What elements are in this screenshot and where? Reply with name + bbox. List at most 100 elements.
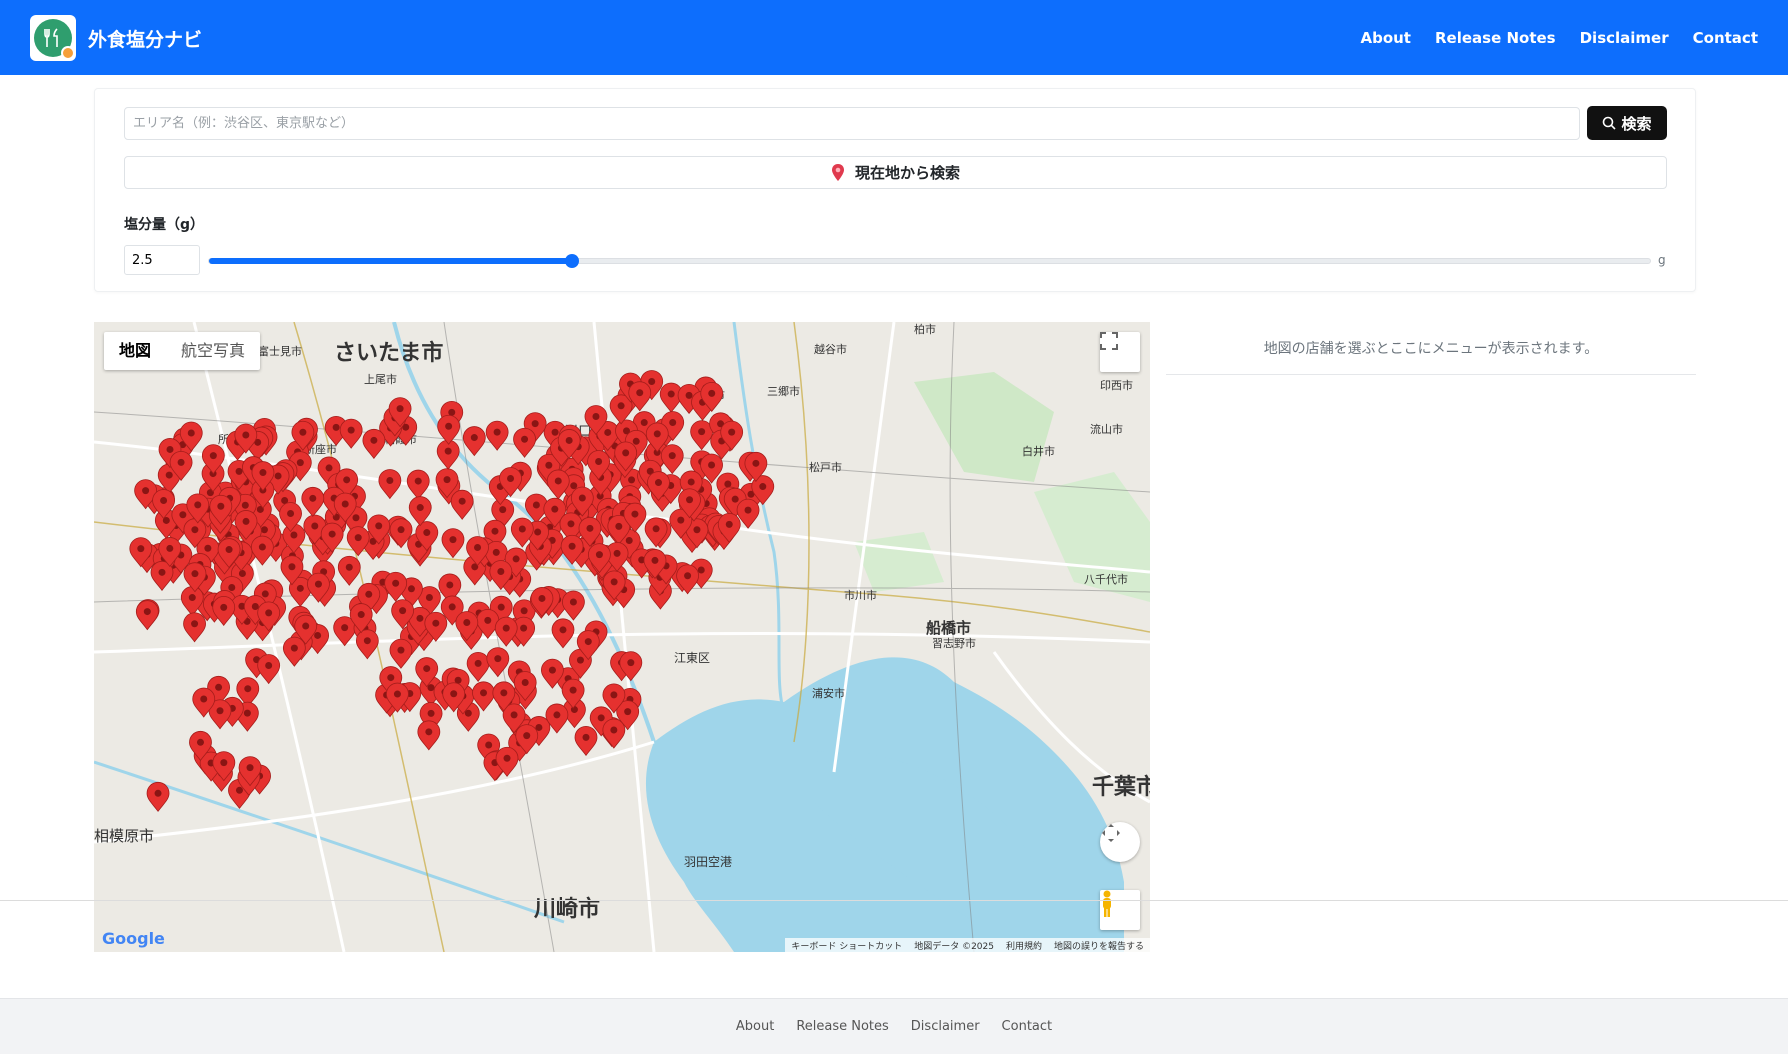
restaurant-pin-dot <box>648 377 656 385</box>
restaurant-pin-dot <box>311 522 319 530</box>
map-type-satellite[interactable]: 航空写真 <box>166 332 260 370</box>
restaurant-pin-dot <box>502 624 510 632</box>
camera-control-button[interactable] <box>1100 822 1140 862</box>
salt-slider-thumb[interactable] <box>565 254 580 268</box>
google-logo-text: Google <box>102 929 165 948</box>
restaurant-pin-dot <box>698 428 706 436</box>
footer-contact[interactable]: Contact <box>1002 1019 1053 1034</box>
keyboard-shortcuts-link[interactable]: キーボード ショートカット <box>791 939 902 952</box>
salt-slider[interactable] <box>208 254 1651 268</box>
restaurant-pin-dot <box>512 555 520 563</box>
restaurant-pin-dot <box>365 590 373 598</box>
restaurant-pin-dot <box>640 419 648 427</box>
restaurant-pin-dot <box>484 616 492 624</box>
restaurant-pin-dot <box>238 569 246 577</box>
restaurant-pin-dot <box>497 603 505 611</box>
restaurant-pin-dot <box>708 389 716 397</box>
restaurant-pin-dot <box>725 520 733 528</box>
restaurant-pin-dot <box>570 482 578 490</box>
restaurant-pin-dot <box>137 545 145 553</box>
restaurant-pin-dot <box>216 707 224 715</box>
restaurant-pin-dot <box>196 738 204 746</box>
map-canvas[interactable]: さいたま市川口市川崎市船橋市千葉市相模原市羽田空港松戸市浦安市市川市八千代市習志… <box>94 322 1150 952</box>
restaurant-pin-dot <box>265 662 273 670</box>
restaurant-pin-dot <box>687 478 695 486</box>
restaurant-pin-dot <box>653 430 661 438</box>
nav-contact[interactable]: Contact <box>1693 29 1758 47</box>
footer-release-notes[interactable]: Release Notes <box>796 1019 888 1034</box>
restaurant-pin-dot <box>548 666 556 674</box>
restaurant-pin-dot <box>586 524 594 532</box>
map[interactable]: さいたま市 川口市 川崎市 船橋市 千葉市 相模原市 羽田空港 松戸市 浦安市 市川市 八千代市 習志… <box>94 322 1150 952</box>
restaurant-pin-dot <box>708 461 716 469</box>
report-error-link[interactable]: 地図の誤りを報告する <box>1054 939 1144 952</box>
restaurant-pin-dot <box>423 529 431 537</box>
restaurant-pin-dot <box>450 690 458 698</box>
restaurant-pin-dot <box>265 609 273 617</box>
restaurant-pin-dot <box>396 405 404 413</box>
restaurant-pin-dot <box>627 659 635 667</box>
restaurant-pin-dot <box>154 789 162 797</box>
restaurant-pin-dot <box>260 526 268 534</box>
restaurant-pin-dot <box>518 525 526 533</box>
restaurant-pin-dot <box>160 497 168 505</box>
fullscreen-button[interactable] <box>1100 332 1140 372</box>
restaurant-pin-dot <box>445 422 453 430</box>
restaurant-pin-dot <box>432 619 440 627</box>
map-label-narashino: 習志野市 <box>932 636 976 650</box>
restaurant-pin-dot <box>341 624 349 632</box>
menu-panel: 地図の店舗を選ぶとここにメニューが表示されます。 <box>1166 322 1696 375</box>
restaurant-pin-dot <box>617 402 625 410</box>
restaurant-pin-dot <box>568 542 576 550</box>
salt-slider-fill <box>209 258 573 264</box>
location-pin-icon <box>831 163 844 181</box>
restaurant-pin-dot <box>551 505 559 513</box>
restaurant-pin-dot <box>423 665 431 673</box>
restaurant-pin-dot <box>565 436 573 444</box>
map-label-chiba: 千葉市 <box>1092 774 1150 800</box>
restaurant-pin-dot <box>220 759 228 767</box>
restaurant-pin-dot <box>217 502 225 510</box>
nav-about[interactable]: About <box>1360 29 1411 47</box>
map-label-koto: 江東区 <box>674 651 710 665</box>
restaurant-pin-dot <box>188 594 196 602</box>
nav-release-notes[interactable]: Release Notes <box>1435 29 1556 47</box>
map-label-haneda: 羽田空港 <box>684 855 732 869</box>
restaurant-pin-dot <box>191 526 199 534</box>
current-location-button[interactable]: 現在地から検索 <box>124 156 1667 189</box>
restaurant-pin-dot <box>309 494 317 502</box>
restaurant-pin-dot <box>491 527 499 535</box>
nav-disclaimer[interactable]: Disclaimer <box>1580 29 1669 47</box>
map-label-nagareyama: 流山市 <box>1090 422 1123 436</box>
restaurant-pin-dot <box>595 551 603 559</box>
salt-value-input[interactable] <box>124 245 200 275</box>
app-title: 外食塩分ナビ <box>88 28 203 51</box>
restaurant-pin-dot <box>225 546 233 554</box>
restaurant-pin-dot <box>493 428 501 436</box>
terms-link[interactable]: 利用規約 <box>1006 939 1042 952</box>
restaurant-pin-dot <box>166 544 174 552</box>
restaurant-pin-dot <box>610 578 618 586</box>
footer-disclaimer[interactable]: Disclaimer <box>911 1019 980 1034</box>
restaurant-pin-dot <box>261 590 269 598</box>
map-label-yachiyo: 八千代市 <box>1084 572 1128 586</box>
restaurant-pin-dot <box>142 487 150 495</box>
restaurant-pin-dot <box>624 708 632 716</box>
search-button[interactable]: 検索 <box>1587 106 1667 140</box>
restaurant-pin-dot <box>532 501 540 509</box>
map-type-map[interactable]: 地図 <box>104 332 166 370</box>
restaurant-pin-dot <box>397 646 405 654</box>
footer-about[interactable]: About <box>736 1019 774 1034</box>
brand[interactable]: 外食塩分ナビ <box>30 15 202 61</box>
street-view-pegman[interactable] <box>1100 890 1140 930</box>
restaurant-pin-dot <box>597 714 605 722</box>
restaurant-pin-dot <box>449 536 457 544</box>
restaurant-pin-dot <box>314 580 322 588</box>
area-search-input[interactable] <box>124 107 1580 140</box>
map-label-sagamihara: 相模原市 <box>94 827 154 845</box>
restaurant-pin-dot <box>425 593 433 601</box>
restaurant-pin-dot <box>569 598 577 606</box>
map-label-misato: 三郷市 <box>767 384 800 398</box>
restaurant-pin-dot <box>578 494 586 502</box>
restaurant-pin-dot <box>667 390 675 398</box>
